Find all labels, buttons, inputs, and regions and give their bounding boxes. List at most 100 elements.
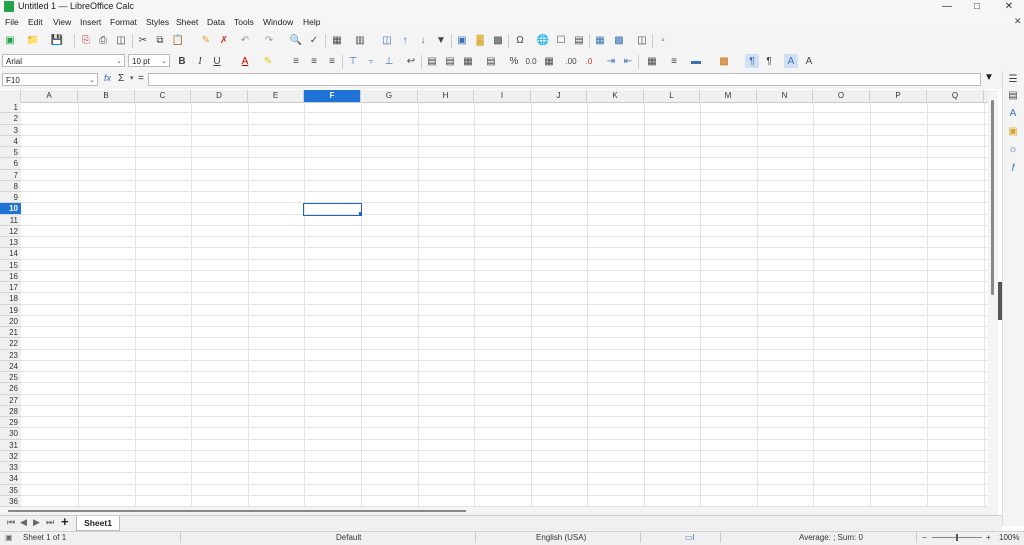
row-header[interactable]: 3: [0, 124, 21, 136]
next-sheet-icon[interactable]: ▶: [33, 517, 40, 528]
date-format-icon[interactable]: ▦: [542, 54, 556, 68]
text-direction-ltr-icon[interactable]: ¶: [745, 54, 759, 68]
sheet-tab[interactable]: Sheet1: [76, 516, 120, 531]
selection-summary[interactable]: Average: ; Sum: 0: [799, 533, 863, 542]
align-top-icon[interactable]: ⊤: [346, 54, 360, 68]
column-header[interactable]: E: [248, 90, 304, 102]
horizontal-scroll-thumb[interactable]: [8, 510, 466, 512]
chevron-down-icon[interactable]: ▾: [130, 74, 134, 82]
print-icon[interactable]: ⎙: [96, 33, 110, 47]
menu-format[interactable]: Format: [110, 17, 137, 27]
column-header[interactable]: H: [418, 90, 474, 102]
minimize-icon[interactable]: —: [932, 0, 962, 14]
vertical-scroll-thumb[interactable]: [991, 100, 994, 295]
zoom-level[interactable]: 100%: [999, 533, 1019, 542]
row-icon[interactable]: ▦: [330, 33, 344, 47]
delete-decimal-icon[interactable]: .0: [582, 54, 596, 68]
italic-icon[interactable]: I: [193, 54, 207, 68]
zoom-in-icon[interactable]: +: [986, 533, 991, 542]
insert-chart-icon[interactable]: ▓: [473, 33, 487, 47]
copy-icon[interactable]: ⧉: [153, 33, 167, 47]
last-sheet-icon[interactable]: ⏭: [46, 517, 54, 528]
chevron-down-icon[interactable]: ⌄: [161, 55, 167, 68]
row-header[interactable]: 21: [0, 327, 21, 339]
number-format-icon[interactable]: 0.0: [524, 54, 538, 68]
fill-handle[interactable]: [359, 212, 362, 215]
functions-icon[interactable]: f: [1006, 162, 1020, 176]
sort-ascending-icon[interactable]: ↑: [398, 33, 412, 47]
menu-sheet[interactable]: Sheet: [176, 17, 198, 27]
align-right-icon[interactable]: ≡: [325, 54, 339, 68]
save-icon[interactable]: 💾: [50, 33, 64, 47]
percent-format-icon[interactable]: %: [507, 54, 521, 68]
row-header[interactable]: 17: [0, 282, 21, 294]
close-document-icon[interactable]: ✕: [1014, 16, 1022, 27]
row-header[interactable]: 16: [0, 270, 21, 282]
add-sheet-icon[interactable]: +: [61, 514, 69, 529]
column-header[interactable]: L: [644, 90, 700, 102]
row-header[interactable]: 18: [0, 293, 21, 305]
font-color-icon[interactable]: A: [238, 54, 252, 68]
row-header[interactable]: 19: [0, 304, 21, 316]
digital-signature-icon[interactable]: ▣: [5, 533, 13, 542]
cut-icon[interactable]: ✂: [136, 33, 150, 47]
row-header[interactable]: 28: [0, 405, 21, 417]
properties-icon[interactable]: ▤: [1006, 89, 1020, 103]
define-print-area-icon[interactable]: ▦: [593, 33, 607, 47]
column-header[interactable]: G: [361, 90, 418, 102]
borders-icon[interactable]: ▦: [645, 54, 659, 68]
close-icon[interactable]: ✕: [994, 0, 1024, 14]
new-document-icon[interactable]: ▣: [3, 33, 17, 47]
row-header[interactable]: 32: [0, 450, 21, 462]
row-header[interactable]: 29: [0, 417, 21, 429]
column-header[interactable]: C: [135, 90, 191, 102]
column-header[interactable]: M: [700, 90, 757, 102]
column-header[interactable]: J: [531, 90, 587, 102]
merge-cells-icon[interactable]: ▤: [443, 54, 457, 68]
formula-input[interactable]: [148, 73, 981, 86]
insert-image-icon[interactable]: ▣: [455, 33, 469, 47]
clear-formatting-icon[interactable]: ✗: [217, 33, 231, 47]
align-bottom-icon[interactable]: ⊥: [382, 54, 396, 68]
row-header[interactable]: 9: [0, 192, 21, 204]
gallery-icon[interactable]: ▣: [1006, 125, 1020, 139]
menu-data[interactable]: Data: [207, 17, 225, 27]
column-header[interactable]: B: [78, 90, 135, 102]
row-header[interactable]: 34: [0, 473, 21, 485]
export-pdf-icon[interactable]: ⎘: [79, 33, 93, 47]
column-header-selected[interactable]: F: [304, 90, 361, 102]
autofilter-icon[interactable]: ▼: [434, 33, 448, 47]
highlight-color-icon[interactable]: ✎: [261, 54, 275, 68]
row-header[interactable]: 31: [0, 439, 21, 451]
center-vertically-icon[interactable]: ⍪: [364, 54, 378, 68]
formula-icon[interactable]: =: [138, 73, 144, 84]
open-icon[interactable]: 📁: [26, 33, 40, 47]
split-window-icon[interactable]: ◫: [635, 33, 649, 47]
column-header[interactable]: O: [813, 90, 870, 102]
navigator-icon[interactable]: ☼: [1006, 143, 1020, 157]
sidebar-menu-icon[interactable]: ☰: [1006, 73, 1020, 87]
text-vertical-icon[interactable]: A: [802, 54, 816, 68]
chevron-down-icon[interactable]: ⌄: [116, 55, 122, 68]
column-icon[interactable]: ▥: [353, 33, 367, 47]
row-header[interactable]: 14: [0, 248, 21, 260]
menu-tools[interactable]: Tools: [234, 17, 254, 27]
row-header[interactable]: 30: [0, 428, 21, 440]
align-left-icon[interactable]: ≡: [289, 54, 303, 68]
row-header[interactable]: 1: [0, 102, 21, 114]
column-header[interactable]: Q: [927, 90, 984, 102]
expand-formula-icon[interactable]: ▼: [984, 72, 994, 83]
function-wizard-icon[interactable]: fx: [104, 73, 111, 83]
row-header-selected[interactable]: 10: [0, 203, 21, 215]
column-header[interactable]: K: [587, 90, 644, 102]
selection-mode-icon[interactable]: ▭I: [685, 533, 695, 542]
row-header[interactable]: 2: [0, 113, 21, 125]
column-header[interactable]: A: [21, 90, 78, 102]
row-header[interactable]: 33: [0, 462, 21, 474]
column-header[interactable]: N: [757, 90, 813, 102]
row-header[interactable]: 22: [0, 338, 21, 350]
language[interactable]: English (USA): [536, 533, 586, 542]
menu-insert[interactable]: Insert: [80, 17, 101, 27]
sort-icon[interactable]: ◫: [380, 33, 394, 47]
column-header[interactable]: I: [474, 90, 531, 102]
